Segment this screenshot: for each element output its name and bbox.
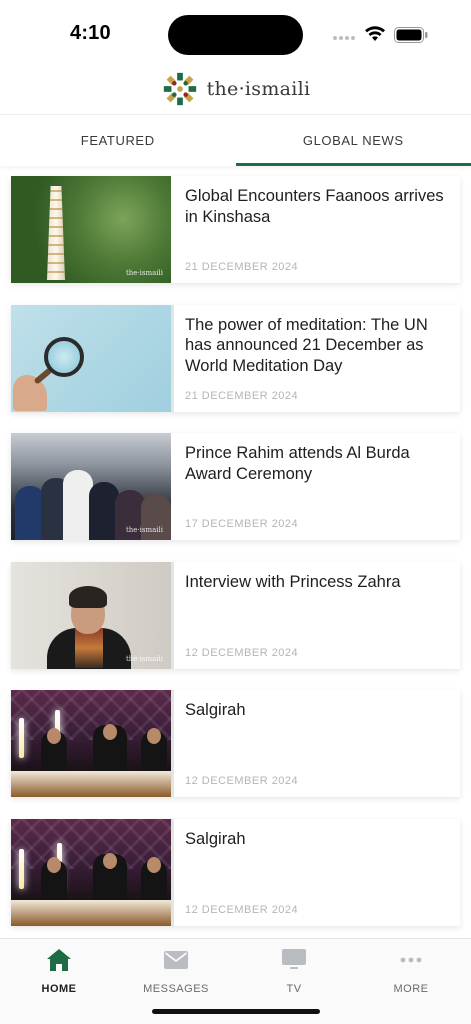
app-header: the·ismaili xyxy=(0,64,471,114)
article-date: 21 DECEMBER 2024 xyxy=(185,261,299,273)
article-date: 17 DECEMBER 2024 xyxy=(185,518,299,530)
nav-label-tv: TV xyxy=(286,983,302,995)
article-card[interactable]: the·ismaili Global Encounters Faanoos ar… xyxy=(11,176,460,283)
thumbnail-watermark: the·ismaili xyxy=(125,269,163,277)
article-card[interactable]: the·ismaili Prince Rahim attends Al Burd… xyxy=(11,433,460,540)
article-date: 12 DECEMBER 2024 xyxy=(185,646,299,659)
nav-label-messages: MESSAGES xyxy=(143,983,209,995)
tv-icon xyxy=(281,947,307,973)
article-date: 12 DECEMBER 2024 xyxy=(185,775,299,787)
nav-home[interactable]: HOME xyxy=(14,947,104,995)
home-icon xyxy=(46,947,72,973)
article-card[interactable]: Salgirah 12 DECEMBER 2024 xyxy=(11,818,460,926)
envelope-icon xyxy=(163,947,189,973)
battery-icon xyxy=(394,27,428,43)
article-body: Interview with Princess Zahra 12 DECEMBE… xyxy=(171,561,460,669)
nav-label-home: HOME xyxy=(41,983,77,995)
article-card[interactable]: Salgirah 12 DECEMBER 2024 xyxy=(11,690,460,797)
brand-name: the·ismaili xyxy=(206,78,311,100)
article-thumbnail xyxy=(11,690,171,797)
news-feed: the·ismaili Global Encounters Faanoos ar… xyxy=(11,176,460,947)
tab-featured[interactable]: FEATURED xyxy=(0,115,236,166)
wifi-icon xyxy=(365,26,385,41)
tab-global-news[interactable]: GLOBAL NEWS xyxy=(235,115,471,166)
nav-more[interactable]: MORE xyxy=(366,947,456,995)
thumbnail-watermark: the·ismaili xyxy=(125,526,163,534)
article-body: The power of meditation: The UN has anno… xyxy=(171,304,460,412)
article-thumbnail xyxy=(11,818,171,926)
cellular-signal-icon xyxy=(333,36,355,40)
more-dots-icon xyxy=(398,947,424,973)
article-title: Salgirah xyxy=(185,701,246,719)
nav-label-more: MORE xyxy=(393,983,429,995)
home-indicator xyxy=(152,1009,320,1014)
article-thumbnail: the·ismaili xyxy=(11,561,171,669)
status-time: 4:10 xyxy=(70,22,111,44)
article-title: Global Encounters Faanoos arrives in Kin… xyxy=(185,187,444,226)
tab-bar: FEATURED GLOBAL NEWS xyxy=(0,114,471,166)
article-thumbnail: the·ismaili xyxy=(11,176,171,283)
article-card[interactable]: The power of meditation: The UN has anno… xyxy=(11,304,460,412)
dynamic-island xyxy=(168,15,303,55)
article-card[interactable]: the·ismaili Interview with Princess Zahr… xyxy=(11,561,460,669)
article-date: 21 DECEMBER 2024 xyxy=(185,389,299,402)
article-title: Interview with Princess Zahra xyxy=(185,572,401,591)
article-title: The power of meditation: The UN has anno… xyxy=(185,315,428,375)
status-bar: 4:10 xyxy=(0,0,471,64)
nav-messages[interactable]: MESSAGES xyxy=(131,947,221,995)
ismaili-star-logo-icon xyxy=(163,72,196,106)
thumbnail-watermark: the·ismaili xyxy=(125,654,163,663)
article-title: Salgirah xyxy=(185,829,246,848)
article-body: Global Encounters Faanoos arrives in Kin… xyxy=(171,176,460,283)
article-thumbnail xyxy=(11,304,171,412)
article-body: Prince Rahim attends Al Burda Award Cere… xyxy=(171,433,460,540)
article-thumbnail: the·ismaili xyxy=(11,433,171,540)
article-body: Salgirah 12 DECEMBER 2024 xyxy=(171,690,460,797)
article-title: Prince Rahim attends Al Burda Award Cere… xyxy=(185,444,410,483)
article-date: 12 DECEMBER 2024 xyxy=(185,903,299,916)
article-body: Salgirah 12 DECEMBER 2024 xyxy=(171,818,460,926)
nav-tv[interactable]: TV xyxy=(249,947,339,995)
